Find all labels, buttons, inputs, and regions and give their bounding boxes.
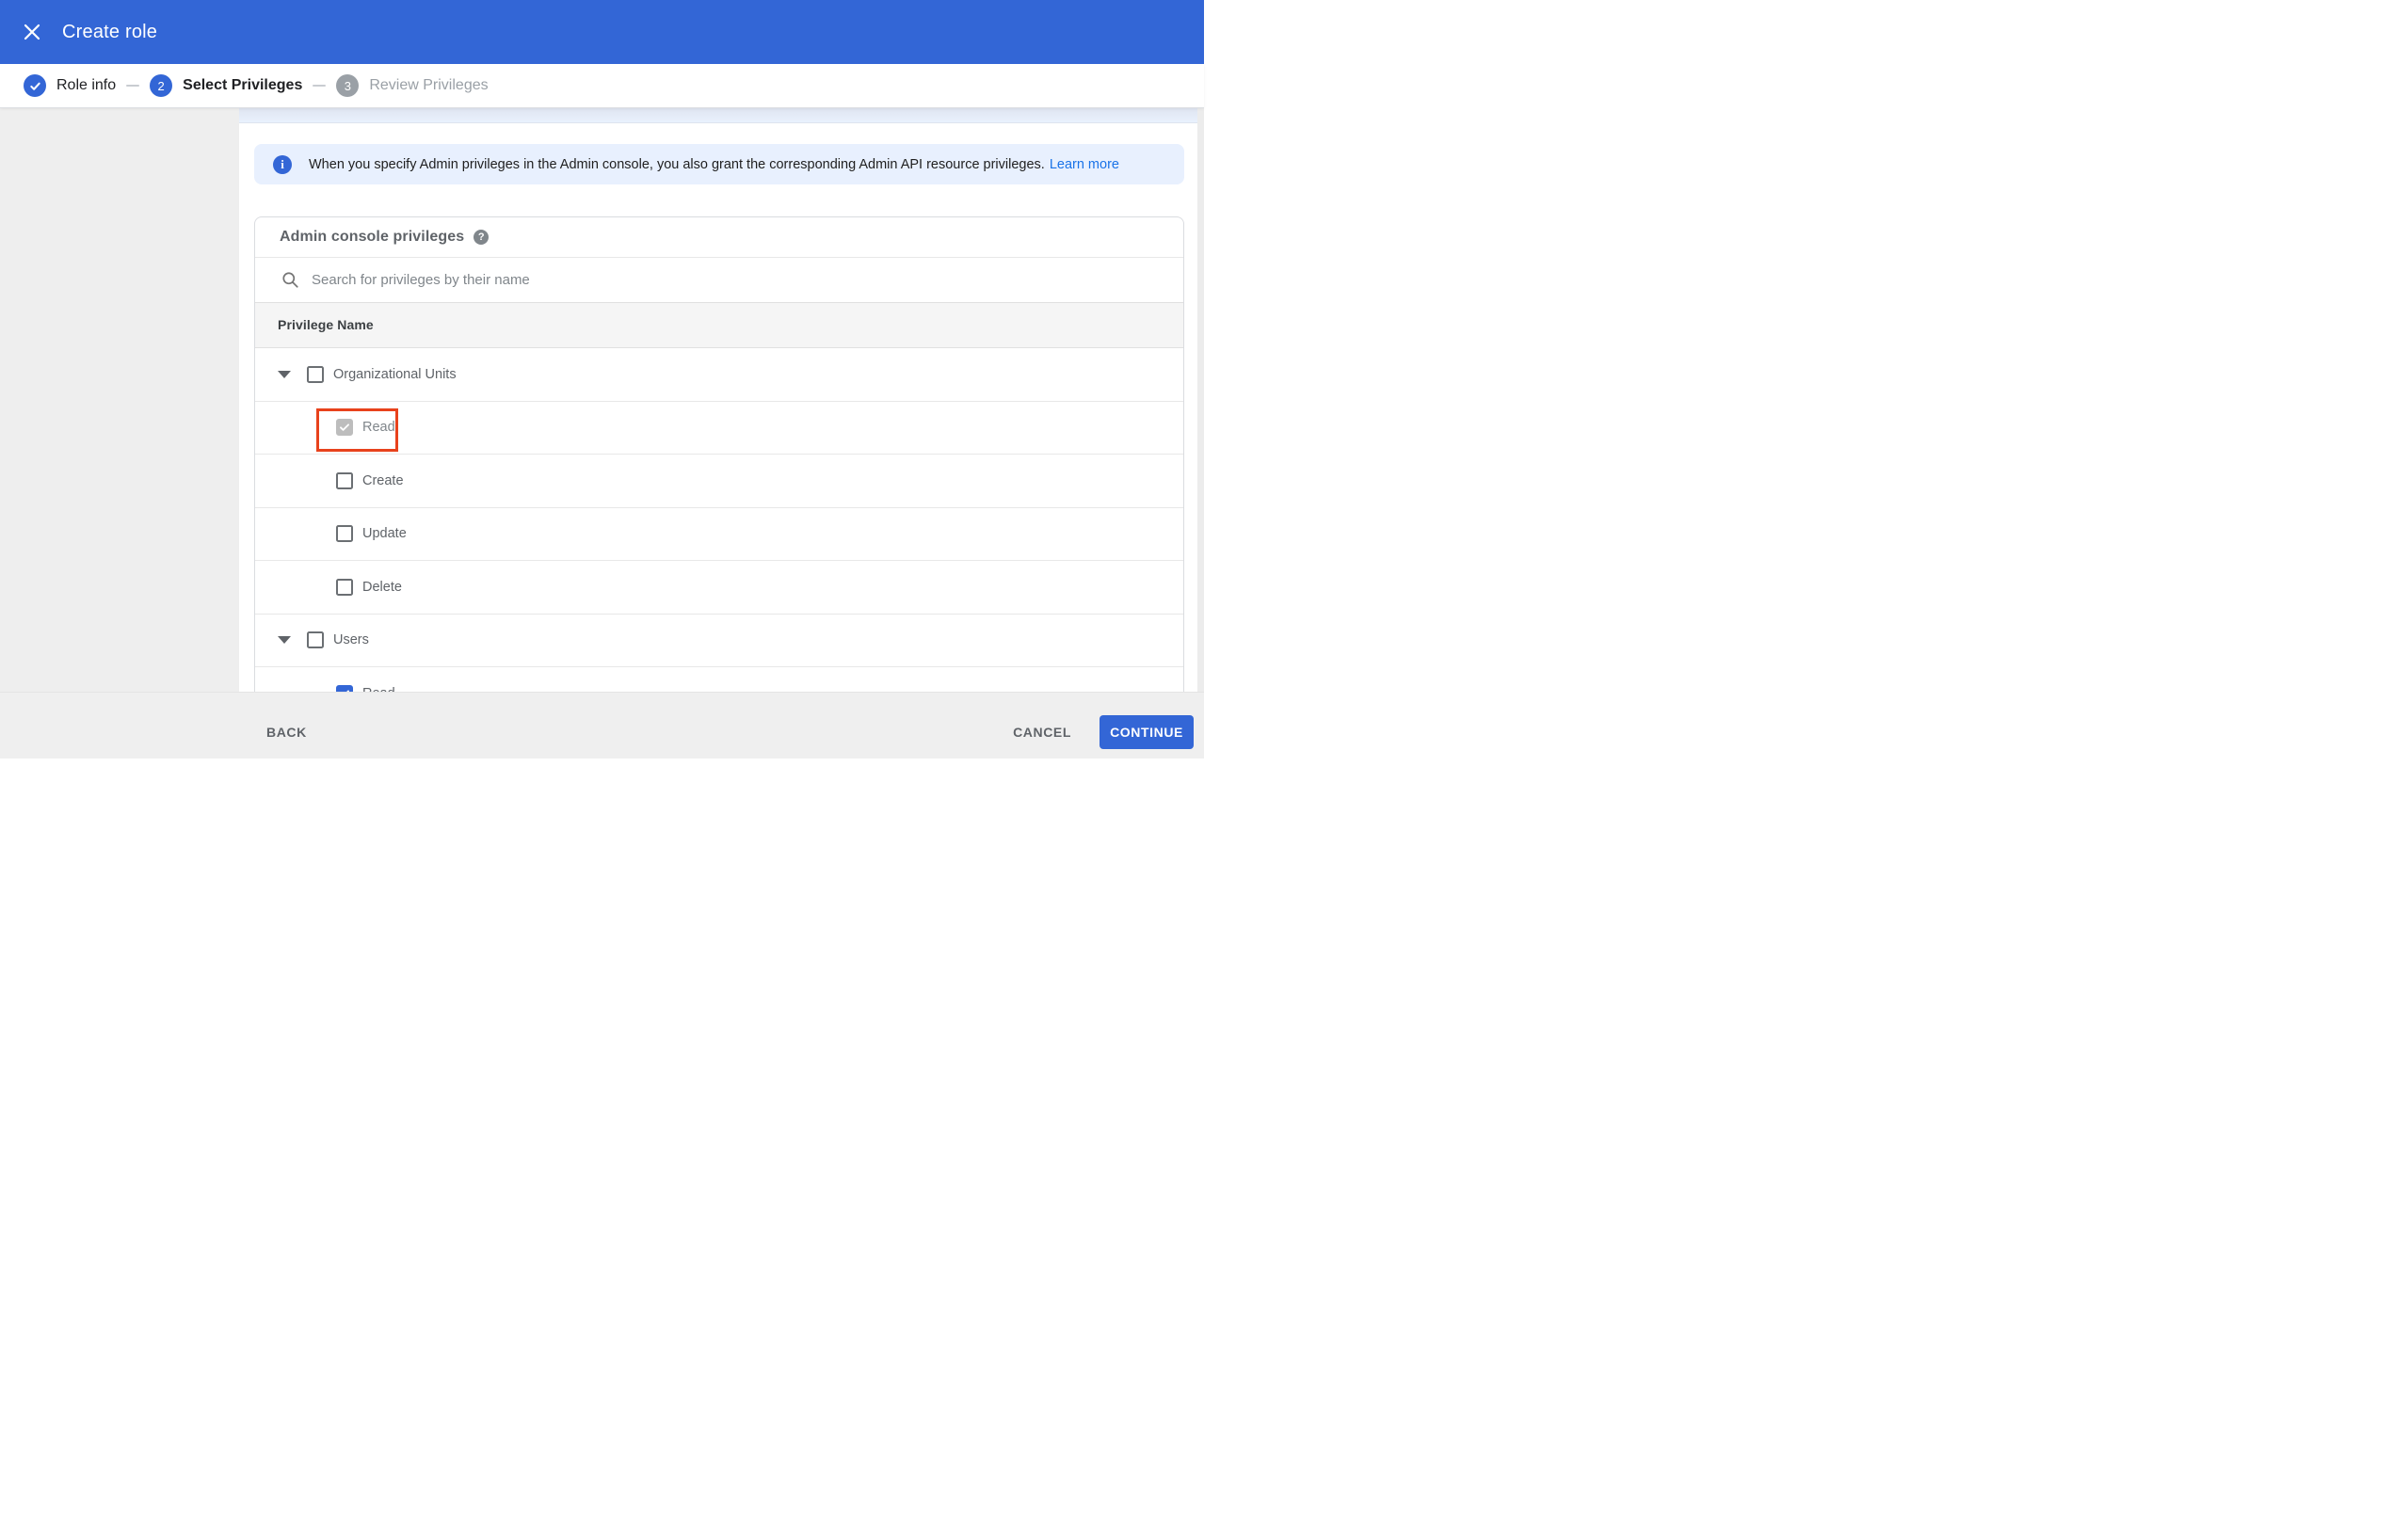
scrolled-content-edge <box>239 108 1197 123</box>
step-label: Review Privileges <box>369 77 489 93</box>
step-label: Select Privileges <box>183 77 303 93</box>
privilege-checkbox[interactable] <box>307 365 324 383</box>
step-number-badge: 2 <box>150 74 173 97</box>
privilege-row: Organizational Units <box>255 348 1183 402</box>
step-connector <box>313 85 327 87</box>
privilege-checkbox[interactable] <box>307 631 324 649</box>
privilege-label: Delete <box>362 579 402 595</box>
content-area: i When you specify Admin privileges in t… <box>239 108 1204 692</box>
search-icon <box>281 271 299 289</box>
privilege-checkbox[interactable] <box>336 578 353 596</box>
info-icon: i <box>273 154 292 174</box>
expand-triangle-icon[interactable] <box>278 636 291 645</box>
privilege-label: Read <box>362 420 395 436</box>
privilege-checkbox[interactable] <box>336 419 353 437</box>
step-review-privileges[interactable]: 3 Review Privileges <box>336 74 489 97</box>
learn-more-link[interactable]: Learn more <box>1050 157 1119 172</box>
expand-triangle-icon[interactable] <box>278 370 291 378</box>
card-title: Admin console privileges <box>280 228 465 245</box>
step-number-badge: 3 <box>336 74 360 97</box>
privilege-row: Delete <box>255 561 1183 615</box>
top-app-bar: Create role <box>0 0 1204 64</box>
privilege-row: Users <box>255 614 1183 667</box>
continue-button[interactable]: CONTINUE <box>1100 715 1194 749</box>
close-icon[interactable] <box>15 15 49 49</box>
left-empty-panel <box>0 108 239 692</box>
cancel-button[interactable]: CANCEL <box>1013 715 1071 749</box>
back-button[interactable]: BACK <box>266 715 307 749</box>
privilege-row: Update <box>255 507 1183 561</box>
privilege-label: Organizational Units <box>333 366 457 382</box>
step-complete-check-icon <box>24 74 46 97</box>
privilege-row: Read <box>255 667 1183 692</box>
admin-privileges-card: Admin console privileges ? Privilege Nam… <box>254 216 1184 692</box>
step-select-privileges[interactable]: 2 Select Privileges <box>150 74 302 97</box>
privilege-label: Users <box>333 632 369 648</box>
banner-message: When you specify Admin privileges in the… <box>309 156 1045 172</box>
help-icon[interactable]: ? <box>474 229 490 245</box>
privilege-row: Read <box>255 401 1183 455</box>
vertical-scrollbar[interactable] <box>1197 108 1204 692</box>
privilege-checkbox[interactable] <box>336 684 353 692</box>
search-input[interactable] <box>312 271 876 288</box>
table-header-row: Privilege Name <box>255 301 1183 348</box>
step-role-info[interactable]: Role info <box>24 74 116 97</box>
privilege-search-row <box>255 257 1183 302</box>
banner-text: When you specify Admin privileges in the… <box>309 157 1119 172</box>
step-connector <box>126 85 140 87</box>
privilege-rows: Organizational Units Read Create Update Dele… <box>255 348 1183 692</box>
card-header: Admin console privileges ? <box>255 217 1183 258</box>
privilege-checkbox[interactable] <box>336 471 353 489</box>
bottom-action-bar: BACK CANCEL CONTINUE <box>0 692 1204 758</box>
wizard-stepper: Role info 2 Select Privileges 3 Review P… <box>0 64 1204 108</box>
info-banner: i When you specify Admin privileges in t… <box>254 144 1184 184</box>
privilege-checkbox[interactable] <box>336 525 353 543</box>
privilege-row: Create <box>255 455 1183 508</box>
page-title: Create role <box>62 21 158 42</box>
privilege-label: Update <box>362 526 407 542</box>
privilege-label: Create <box>362 472 404 488</box>
column-header: Privilege Name <box>278 317 374 333</box>
step-label: Role info <box>56 77 117 93</box>
